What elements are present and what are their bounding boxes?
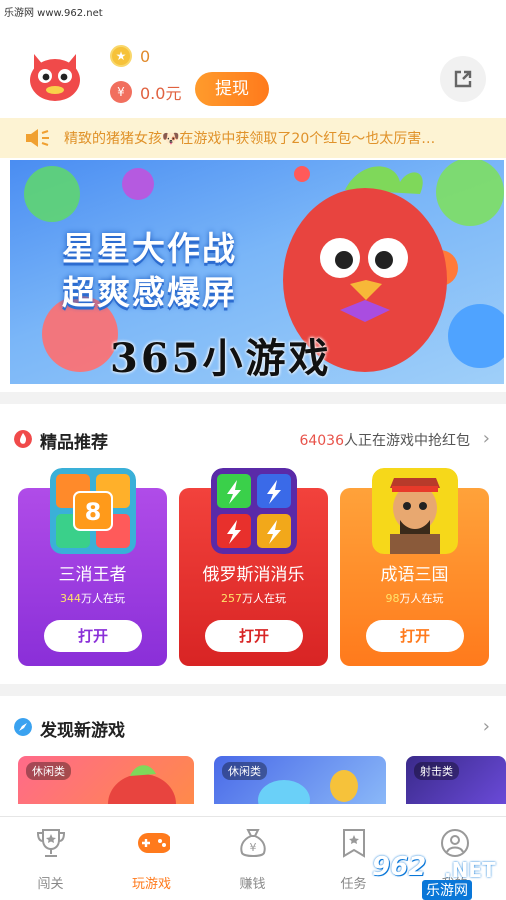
watermark-sub: 乐游网 bbox=[422, 880, 472, 900]
players-suffix: 万人在玩 bbox=[242, 592, 286, 605]
status-bar: 乐游网 www.962.net bbox=[0, 0, 506, 22]
section-divider bbox=[0, 392, 506, 404]
notice-text: 精致的猪猪女孩🐶在游戏中获领取了20个红包～也太厉害… bbox=[64, 131, 436, 147]
featured-header: 精品推荐 64036人正在游戏中抢红包 › bbox=[0, 424, 506, 454]
tab-wanyouxi[interactable]: 玩游戏 bbox=[101, 817, 202, 900]
svg-text:8: 8 bbox=[85, 498, 102, 526]
game-card[interactable]: 俄罗斯消消乐 257万人在玩 打开 bbox=[179, 468, 328, 666]
cash-balance: ¥ 0.0元 bbox=[110, 80, 181, 104]
players-count: 257 bbox=[221, 592, 242, 605]
discover-title: 发现新游戏 bbox=[40, 721, 125, 741]
compass-icon bbox=[14, 718, 32, 736]
star-coin-icon: ★ bbox=[110, 45, 132, 67]
avatar-icon[interactable] bbox=[28, 52, 82, 102]
user-header: ★ 0 ¥ 0.0元 提现 bbox=[0, 22, 506, 118]
promo-banner[interactable]: 星星大作战 超爽感爆屏 365小游戏 bbox=[10, 160, 504, 384]
site-watermark: 乐游网 www.962.net bbox=[4, 8, 103, 19]
open-button[interactable]: 打开 bbox=[205, 620, 303, 652]
tab-label: 玩游戏 bbox=[131, 877, 171, 892]
svg-text:¥: ¥ bbox=[250, 841, 257, 854]
game-name: 俄罗斯消消乐 bbox=[202, 565, 305, 585]
game-players: 257万人在玩 bbox=[179, 590, 328, 606]
tab-chuangguan[interactable]: 闯关 bbox=[0, 817, 101, 900]
share-icon bbox=[454, 70, 472, 88]
tab-label: 赚钱 bbox=[239, 877, 266, 892]
tab-zhuanqian[interactable]: ¥ 赚钱 bbox=[202, 817, 303, 900]
live-suffix: 人正在游戏中抢红包 bbox=[344, 433, 470, 449]
new-game-card[interactable]: 射击类 bbox=[406, 756, 506, 804]
site-logo-watermark: 962 .NET 乐游网 bbox=[366, 852, 504, 900]
banner-title-line2: 超爽感爆屏 bbox=[62, 273, 237, 312]
app-screen: 乐游网 www.962.net ★ 0 ¥ 0.0元 提现 精致的猪猪女孩🐶在游… bbox=[0, 0, 506, 900]
task-icon bbox=[343, 829, 365, 858]
banner-title-line1: 星星大作战 bbox=[62, 229, 237, 268]
game-thumb-chengyu bbox=[372, 468, 458, 554]
chevron-right-icon[interactable]: › bbox=[483, 428, 490, 449]
gamepad-icon bbox=[138, 833, 170, 853]
notice-marquee[interactable]: 精致的猪猪女孩🐶在游戏中获领取了20个红包～也太厉害… bbox=[0, 118, 506, 158]
game-thumb-sanxiao: 8 bbox=[50, 468, 136, 554]
withdraw-button[interactable]: 提现 bbox=[195, 72, 269, 106]
chevron-right-icon[interactable]: › bbox=[483, 716, 490, 737]
trophy-icon bbox=[36, 829, 66, 857]
new-game-card[interactable]: 休闲类 bbox=[18, 756, 194, 804]
game-name: 成语三国 bbox=[380, 565, 449, 585]
open-button[interactable]: 打开 bbox=[366, 620, 464, 652]
game-players: 344万人在玩 bbox=[18, 590, 167, 606]
players-count: 344 bbox=[60, 592, 81, 605]
featured-title: 精品推荐 bbox=[40, 433, 108, 453]
game-thumb-eluosi bbox=[211, 468, 297, 554]
cash-value: 0.0元 bbox=[140, 84, 182, 103]
game-card[interactable]: 8 三消王者 344万人在玩 打开 bbox=[18, 468, 167, 666]
banner-brand: 365小游戏 bbox=[110, 335, 332, 382]
yuan-icon: ¥ bbox=[110, 81, 132, 103]
live-players-link[interactable]: 64036人正在游戏中抢红包 bbox=[299, 430, 470, 450]
game-card[interactable]: 成语三国 98万人在玩 打开 bbox=[340, 468, 489, 666]
players-count: 98 bbox=[385, 592, 400, 605]
tab-label: 闯关 bbox=[37, 877, 64, 892]
players-suffix: 万人在玩 bbox=[81, 592, 125, 605]
money-bag-icon: ¥ bbox=[240, 829, 266, 857]
open-button[interactable]: 打开 bbox=[44, 620, 142, 652]
section-divider bbox=[0, 684, 506, 696]
share-button[interactable] bbox=[440, 56, 486, 102]
players-suffix: 万人在玩 bbox=[399, 592, 444, 605]
coin-balance: ★ 0 bbox=[110, 44, 150, 68]
new-game-card[interactable]: 休闲类 bbox=[214, 756, 386, 804]
live-count: 64036 bbox=[299, 433, 344, 449]
category-tag: 射击类 bbox=[414, 762, 459, 780]
coin-value: 0 bbox=[140, 46, 151, 66]
fire-icon bbox=[14, 430, 32, 448]
discover-header: 发现新游戏 › bbox=[0, 712, 506, 742]
speaker-icon bbox=[26, 129, 49, 147]
category-tag: 休闲类 bbox=[26, 762, 71, 780]
category-tag: 休闲类 bbox=[222, 762, 267, 780]
watermark-suffix: .NET bbox=[444, 858, 496, 882]
game-name: 三消王者 bbox=[58, 565, 127, 585]
game-players: 98万人在玩 bbox=[340, 590, 489, 606]
watermark-number: 962 bbox=[372, 852, 427, 882]
